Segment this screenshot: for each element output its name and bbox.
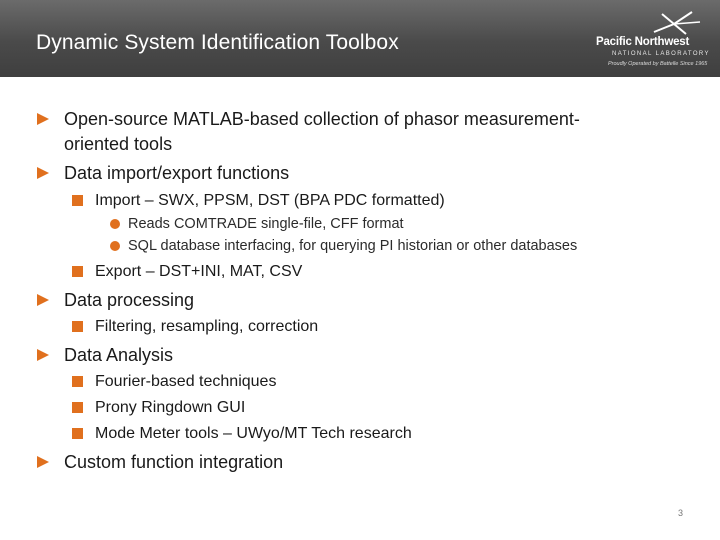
sub-bullet-fourier: Fourier-based techniques — [95, 373, 277, 390]
sub-bullet-import: Import – SWX, PPSM, DST (BPA PDC formatt… — [95, 192, 445, 209]
title-bar: Dynamic System Identification Toolbox Pa… — [0, 0, 720, 77]
page-number: 3 — [677, 508, 683, 518]
pnnl-logo: Pacific Northwest NATIONAL LABORATORY Pr… — [592, 10, 712, 70]
logo-lab-text: NATIONAL LABORATORY — [612, 51, 710, 57]
bullet-triangle-icon — [37, 113, 49, 125]
sub-sub-bullet-sql: SQL database interfacing, for querying P… — [128, 238, 578, 254]
slide-title: Dynamic System Identification Toolbox — [36, 31, 399, 54]
bullet-triangle-icon — [37, 349, 49, 361]
sub-sub-bullet-comtrade: Reads COMTRADE single-file, CFF format — [128, 216, 404, 232]
bullet-square-icon — [72, 402, 83, 413]
sub-bullet-prony: Prony Ringdown GUI — [95, 399, 246, 416]
logo-name: Pacific Northwest — [596, 36, 690, 48]
sub-bullet-export: Export – DST+INI, MAT, CSV — [95, 263, 303, 280]
bullet-square-icon — [72, 321, 83, 332]
bullet-data-analysis: Data Analysis — [64, 345, 174, 365]
bullet-open-source-line1: Open-source MATLAB-based collection of p… — [64, 109, 580, 129]
bullet-dot-icon — [110, 241, 120, 251]
bullet-data-processing: Data processing — [64, 290, 195, 310]
bullet-custom-function: Custom function integration — [64, 452, 284, 472]
bullet-triangle-icon — [37, 294, 49, 306]
bullet-triangle-icon — [37, 167, 49, 179]
bullet-import-export: Data import/export functions — [64, 163, 290, 183]
bullet-square-icon — [72, 266, 83, 277]
logo-tagline: Proudly Operated by Battelle Since 1965 — [608, 61, 708, 67]
bullet-square-icon — [72, 376, 83, 387]
logo-mark-icon — [653, 11, 701, 35]
bullet-dot-icon — [110, 219, 120, 229]
sub-bullet-filtering: Filtering, resampling, correction — [95, 318, 319, 335]
bullet-open-source-line2: oriented tools — [64, 134, 173, 154]
bullet-triangle-icon — [37, 456, 49, 468]
sub-bullet-mode-meter: Mode Meter tools – UWyo/MT Tech research — [95, 425, 412, 442]
bullet-square-icon — [72, 195, 83, 206]
bullet-square-icon — [72, 428, 83, 439]
